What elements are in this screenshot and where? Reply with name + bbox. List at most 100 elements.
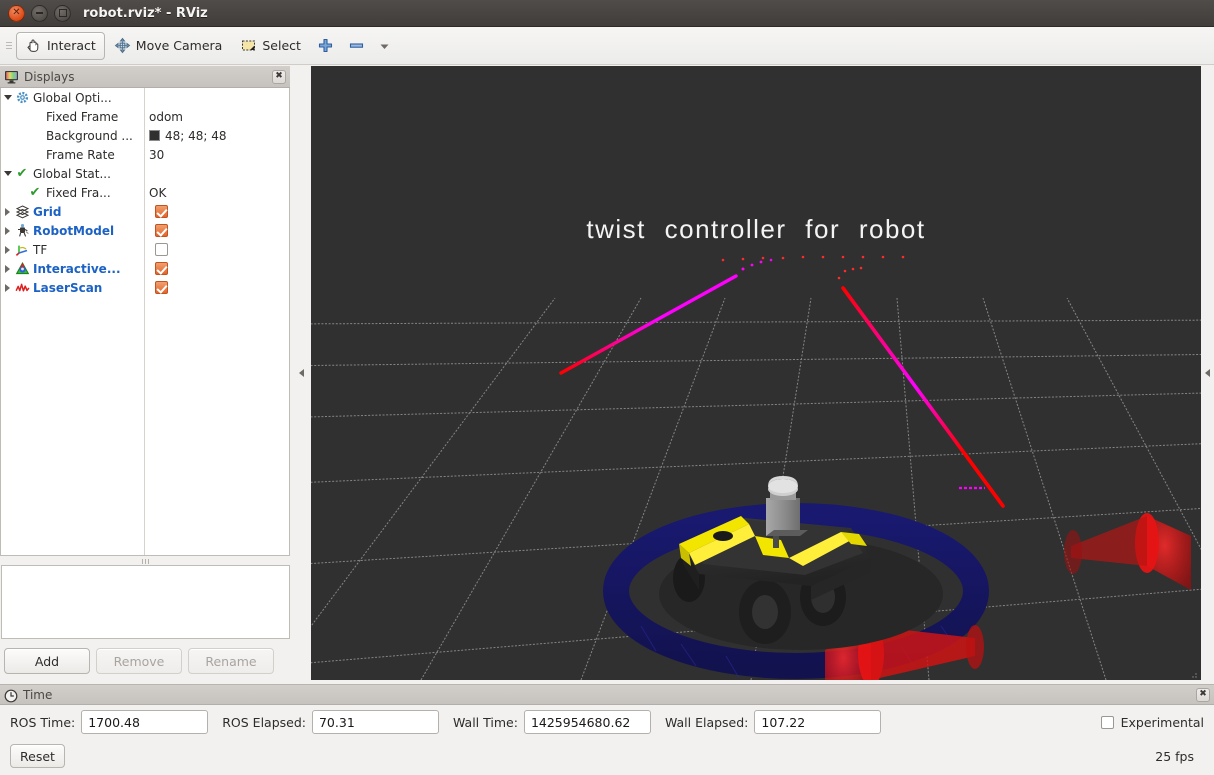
tree-row-value: 48; 48; 48 — [165, 128, 227, 143]
tree-row-label: Fixed Frame — [46, 109, 119, 124]
fps-indicator: 25 fps — [1155, 748, 1194, 764]
tree-row-name-cell: Interactive... — [1, 259, 144, 278]
viewport-overlay-text: twist controller for robot — [586, 214, 926, 244]
tree-row-name-cell: ✔ Fixed Fra... — [1, 183, 144, 202]
expander-expand-icon[interactable] — [1, 283, 14, 292]
time-field-input[interactable]: 1700.48 — [81, 710, 209, 734]
tree-row-label: Background ... — [46, 128, 133, 143]
maximize-button[interactable] — [54, 4, 71, 22]
close-button[interactable]: ✕ — [8, 4, 25, 22]
tree-row-value-cell[interactable] — [144, 221, 289, 240]
tree-row-value-cell[interactable]: OK — [144, 183, 289, 202]
display-tree-row[interactable]: Frame Rate 30 — [1, 145, 289, 164]
time-field-input[interactable]: 107.22 — [754, 710, 882, 734]
tree-row-label: Global Stat... — [33, 166, 111, 181]
display-tree-row[interactable]: Fixed Frame odom — [1, 107, 289, 126]
interact-tool-button[interactable]: Interact — [16, 31, 105, 60]
tree-row-name-cell: ✔ Global Stat... — [1, 164, 144, 183]
tree-row-value: 30 — [149, 147, 165, 162]
viewport-resize-corner-icon — [1192, 673, 1197, 678]
display-tree-row[interactable]: LaserScan — [1, 278, 289, 297]
expander-collapse-icon[interactable] — [1, 171, 14, 176]
time-field-label: Wall Time: — [452, 714, 518, 730]
render-viewport-3d[interactable]: twist controller for robot — [311, 66, 1201, 680]
tree-row-value-cell — [144, 164, 289, 183]
tree-row-value-cell — [144, 88, 289, 107]
display-tree-row[interactable]: Global Opti... — [1, 88, 289, 107]
status-ok-icon: ✔ — [29, 185, 41, 200]
tree-row-name-cell: Fixed Frame — [1, 107, 144, 126]
tree-row-value-cell[interactable] — [144, 278, 289, 297]
gear-icon — [14, 90, 30, 106]
reset-button[interactable]: Reset — [10, 744, 65, 768]
experimental-checkbox[interactable] — [1100, 715, 1114, 729]
display-tree-row[interactable]: Background ... 48; 48; 48 — [1, 126, 289, 145]
expander-expand-icon[interactable] — [1, 207, 14, 216]
tree-row-name-cell: Frame Rate — [1, 145, 144, 164]
title-bar: ✕ robot.rviz* - RViz — [0, 0, 1214, 27]
tree-row-label: LaserScan — [33, 280, 103, 295]
display-enable-checkbox[interactable] — [155, 205, 168, 218]
time-field-label: ROS Elapsed: — [222, 714, 306, 730]
tree-row-value-cell[interactable] — [144, 259, 289, 278]
tree-row-name-cell: LaserScan — [1, 278, 144, 297]
remove-tool-button[interactable] — [341, 32, 372, 60]
display-tree-row[interactable]: Grid — [1, 202, 289, 221]
tree-row-label: TF — [33, 242, 48, 257]
add-tool-button[interactable] — [310, 32, 341, 60]
tree-row-value-cell[interactable] — [144, 202, 289, 221]
time-field-label: Wall Elapsed: — [664, 714, 749, 730]
interactive-marker-icon — [14, 261, 30, 277]
tree-row-value-cell[interactable]: 48; 48; 48 — [144, 126, 289, 145]
tree-row-value-cell[interactable]: 30 — [144, 145, 289, 164]
display-enable-checkbox[interactable] — [155, 243, 168, 256]
time-field-input[interactable]: 1425954680.62 — [523, 710, 651, 734]
tree-icon-placeholder — [27, 109, 43, 125]
move-camera-icon — [114, 37, 131, 54]
add-display-button[interactable]: Add — [4, 648, 90, 674]
display-tree-row[interactable]: ✔ Fixed Fra... OK — [1, 183, 289, 202]
tree-row-label: Fixed Fra... — [46, 185, 111, 200]
hand-cursor-icon — [25, 37, 42, 54]
display-enable-checkbox[interactable] — [155, 281, 168, 294]
time-field-input[interactable]: 70.31 — [311, 710, 439, 734]
tree-row-label: Grid — [33, 204, 62, 219]
display-tree-row[interactable]: ✔ Global Stat... — [1, 164, 289, 183]
collapse-left-icon — [298, 369, 304, 377]
expander-expand-icon[interactable] — [1, 264, 14, 273]
tree-row-label: RobotModel — [33, 223, 115, 238]
expander-collapse-icon[interactable] — [1, 95, 14, 100]
experimental-toggle[interactable]: Experimental — [1100, 715, 1204, 730]
tree-row-value: odom — [149, 109, 183, 124]
tf-axes-icon — [14, 242, 30, 258]
displays-panel: Displays ✖ Global Opti... Fixed Frame odom… — [0, 66, 290, 556]
display-enable-checkbox[interactable] — [155, 262, 168, 275]
time-field-label: ROS Time: — [10, 714, 76, 730]
time-panel-close-icon[interactable]: ✖ — [1196, 687, 1210, 702]
minimize-button[interactable] — [31, 4, 48, 22]
displays-close-icon[interactable]: ✖ — [272, 69, 286, 84]
select-tool-button[interactable]: Select — [231, 32, 310, 60]
tree-row-value-cell[interactable] — [144, 240, 289, 259]
time-panel-title: Time — [23, 687, 53, 702]
tree-row-value-cell[interactable]: odom — [144, 107, 289, 126]
toolbar-grip[interactable] — [4, 36, 14, 56]
interact-tool-label: Interact — [47, 38, 96, 53]
expander-expand-icon[interactable] — [1, 226, 14, 235]
tree-icon-placeholder — [27, 128, 43, 144]
display-tree-row[interactable]: TF — [1, 240, 289, 259]
display-tree-row[interactable]: Interactive... — [1, 259, 289, 278]
move-camera-tool-button[interactable]: Move Camera — [105, 32, 232, 60]
toolbar-overflow-button[interactable] — [372, 32, 397, 60]
display-enable-checkbox[interactable] — [155, 224, 168, 237]
displays-panel-title: Displays — [24, 69, 75, 84]
left-panel-collapse-handle[interactable] — [296, 66, 306, 680]
expander-expand-icon[interactable] — [1, 245, 14, 254]
select-tool-label: Select — [262, 38, 301, 53]
displays-tree[interactable]: Global Opti... Fixed Frame odom Background … — [0, 88, 290, 556]
right-panel-collapse-handle[interactable] — [1201, 66, 1214, 680]
rename-display-button[interactable]: Rename — [188, 648, 274, 674]
tree-row-name-cell: Background ... — [1, 126, 144, 145]
display-tree-row[interactable]: RobotModel — [1, 221, 289, 240]
remove-display-button[interactable]: Remove — [96, 648, 182, 674]
